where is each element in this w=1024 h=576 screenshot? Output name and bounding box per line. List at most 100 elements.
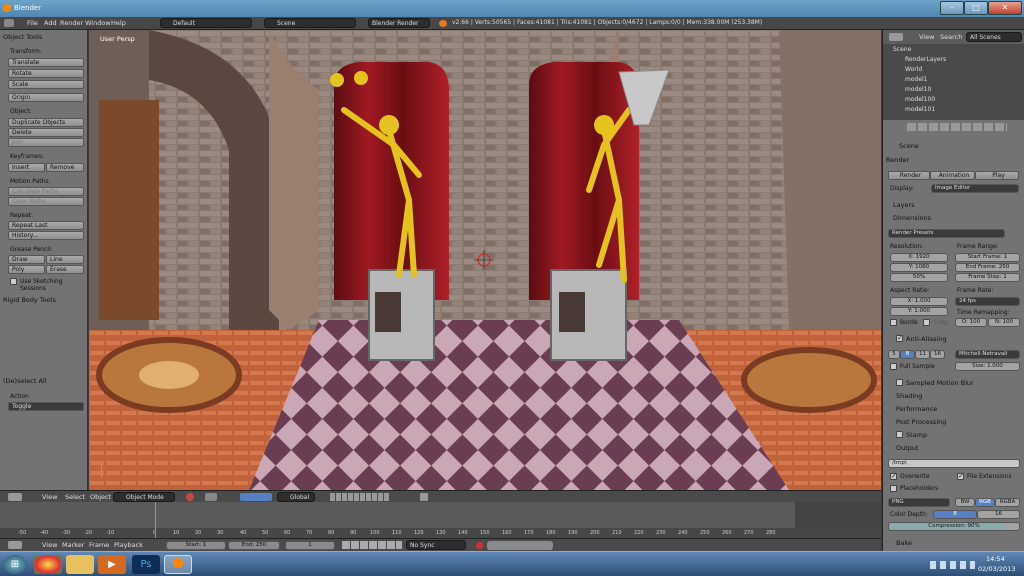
- time-remap-new-field[interactable]: N: 100: [988, 318, 1020, 327]
- info-editor-icon[interactable]: [4, 19, 14, 27]
- scale-button[interactable]: Scale: [8, 80, 84, 89]
- manipulator-icon[interactable]: [240, 493, 272, 501]
- layers-panel-header[interactable]: Layers: [893, 201, 915, 209]
- aa-samples-5[interactable]: 5: [888, 350, 900, 359]
- grease-poly-button[interactable]: Poly: [8, 265, 45, 274]
- aa-samples-8[interactable]: 8: [900, 350, 915, 359]
- layout-select[interactable]: Default: [160, 18, 252, 28]
- timeline-menu-marker[interactable]: Marker: [62, 541, 84, 549]
- file-extensions-checkbox[interactable]: [957, 472, 964, 480]
- compression-slider[interactable]: Compression: 90%: [888, 522, 1020, 531]
- media-player-icon[interactable]: ▶: [98, 555, 126, 574]
- render-button[interactable]: Render: [888, 171, 930, 180]
- calculate-paths-button[interactable]: Calculate Paths: [8, 187, 84, 196]
- end-frame-field[interactable]: End: 250: [228, 541, 280, 550]
- start-frame-field[interactable]: Start: 1: [166, 541, 226, 550]
- resolution-percent-field[interactable]: 50%: [890, 273, 948, 282]
- rotate-button[interactable]: Rotate: [8, 69, 84, 78]
- post-processing-panel-header[interactable]: Post Processing: [896, 418, 946, 426]
- crop-checkbox[interactable]: [923, 319, 930, 326]
- motion-blur-checkbox[interactable]: [896, 379, 903, 386]
- aspect-y-field[interactable]: Y: 1.000: [890, 307, 948, 316]
- pivot-icon[interactable]: [205, 493, 217, 501]
- outliner-menu-view[interactable]: View: [919, 33, 934, 41]
- aa-samples-11[interactable]: 11: [915, 350, 930, 359]
- repeat-last-button[interactable]: Repeat Last: [8, 221, 84, 230]
- origin-button[interactable]: Origin: [8, 93, 84, 102]
- tray-icons[interactable]: [930, 561, 975, 569]
- editor-type-icon[interactable]: [8, 493, 22, 501]
- timeline-playhead[interactable]: [155, 502, 156, 538]
- outliner-item[interactable]: RenderLayers: [905, 56, 946, 63]
- object-tools-header[interactable]: Object Tools: [3, 33, 42, 41]
- shading-icon[interactable]: [186, 493, 194, 501]
- outliner-item[interactable]: model101: [905, 106, 935, 113]
- sync-select[interactable]: No Sync: [406, 540, 466, 550]
- 3d-viewport[interactable]: User Persp: [89, 30, 881, 490]
- translate-button[interactable]: Translate: [8, 58, 84, 67]
- keying-set-field[interactable]: [487, 541, 553, 550]
- filter-size-field[interactable]: Size: 1.000: [955, 362, 1020, 371]
- playback-controls-icon[interactable]: [342, 541, 402, 549]
- duplicate-objects-button[interactable]: Duplicate Objects: [8, 118, 84, 127]
- rigid-body-tools-header[interactable]: Rigid Body Tools: [3, 296, 56, 304]
- motion-blur-panel-header[interactable]: Sampled Motion Blur: [906, 379, 974, 387]
- animation-button[interactable]: Animation: [930, 171, 975, 180]
- record-icon[interactable]: [476, 542, 483, 549]
- current-frame-field[interactable]: 1: [285, 541, 335, 550]
- delete-button[interactable]: Delete: [8, 128, 84, 137]
- lock-icon[interactable]: [420, 493, 428, 501]
- end-frame-prop-field[interactable]: End Frame: 250: [955, 263, 1020, 272]
- resolution-y-field[interactable]: Y: 1080: [890, 263, 948, 272]
- clock-date[interactable]: 02/03/2013: [978, 565, 1015, 573]
- grease-line-button[interactable]: Line: [46, 255, 84, 264]
- action-select[interactable]: Toggle: [8, 402, 84, 411]
- close-button[interactable]: ✕: [988, 1, 1022, 15]
- time-remap-old-field[interactable]: O: 100: [955, 318, 987, 327]
- start-frame-prop-field[interactable]: Start Frame: 1: [955, 253, 1020, 262]
- resolution-x-field[interactable]: X: 1920: [890, 253, 948, 262]
- file-format-select[interactable]: PNG: [888, 498, 950, 507]
- aa-filter-select[interactable]: Mitchell-Netravali: [955, 350, 1020, 359]
- timeline[interactable]: -50 -40 -30 -20 -10 0 10 20 30 40 50 60 …: [0, 502, 881, 538]
- explorer-icon[interactable]: [66, 555, 94, 574]
- orientation-select[interactable]: Global: [277, 492, 315, 502]
- join-button[interactable]: Join: [8, 138, 84, 147]
- scene-select[interactable]: Scene: [264, 18, 356, 28]
- render-presets-select[interactable]: Render Presets: [888, 229, 1005, 238]
- outliner-editor-icon[interactable]: [889, 33, 903, 41]
- outliner-menu-search[interactable]: Search: [940, 33, 962, 41]
- clear-paths-button[interactable]: Clear Paths: [8, 197, 84, 206]
- anti-aliasing-checkbox[interactable]: [896, 334, 903, 342]
- placeholders-checkbox[interactable]: [890, 485, 897, 492]
- sketching-checkbox[interactable]: [10, 278, 17, 285]
- deselect-all-header[interactable]: (De)select All: [3, 377, 47, 385]
- display-select[interactable]: Image Editor: [931, 184, 1019, 193]
- menu-file[interactable]: File: [27, 19, 38, 27]
- output-panel-header[interactable]: Output: [896, 444, 919, 452]
- menu-view[interactable]: View: [42, 493, 57, 501]
- blender-taskbar-icon[interactable]: [164, 555, 192, 574]
- outliner-filter-select[interactable]: All Scenes: [966, 32, 1022, 42]
- render-engine-select[interactable]: Blender Render: [368, 18, 430, 28]
- outliner-item[interactable]: Scene: [893, 46, 911, 53]
- full-sample-checkbox[interactable]: [890, 363, 897, 370]
- shading-panel-header[interactable]: Shading: [896, 392, 922, 400]
- grease-erase-button[interactable]: Erase: [46, 265, 84, 274]
- menu-window[interactable]: Window: [85, 19, 111, 27]
- start-button[interactable]: ⊞: [3, 555, 27, 574]
- timeline-menu-playback[interactable]: Playback: [114, 541, 143, 549]
- outliner-item[interactable]: World: [905, 66, 922, 73]
- performance-panel-header[interactable]: Performance: [896, 405, 937, 413]
- clock-time[interactable]: 14:54: [986, 555, 1005, 563]
- properties-tabs-icon[interactable]: [907, 123, 1007, 131]
- timeline-menu-view[interactable]: View: [42, 541, 57, 549]
- overwrite-checkbox[interactable]: [890, 472, 897, 480]
- chrome-icon[interactable]: [34, 555, 62, 574]
- frame-step-field[interactable]: Frame Step: 1: [955, 273, 1020, 282]
- timeline-menu-frame[interactable]: Frame: [89, 541, 109, 549]
- insert-keyframe-button[interactable]: Insert: [8, 163, 45, 172]
- menu-help[interactable]: Help: [111, 19, 126, 27]
- color-depth-16-button[interactable]: 16: [977, 510, 1020, 519]
- aspect-x-field[interactable]: X: 1.000: [890, 297, 948, 306]
